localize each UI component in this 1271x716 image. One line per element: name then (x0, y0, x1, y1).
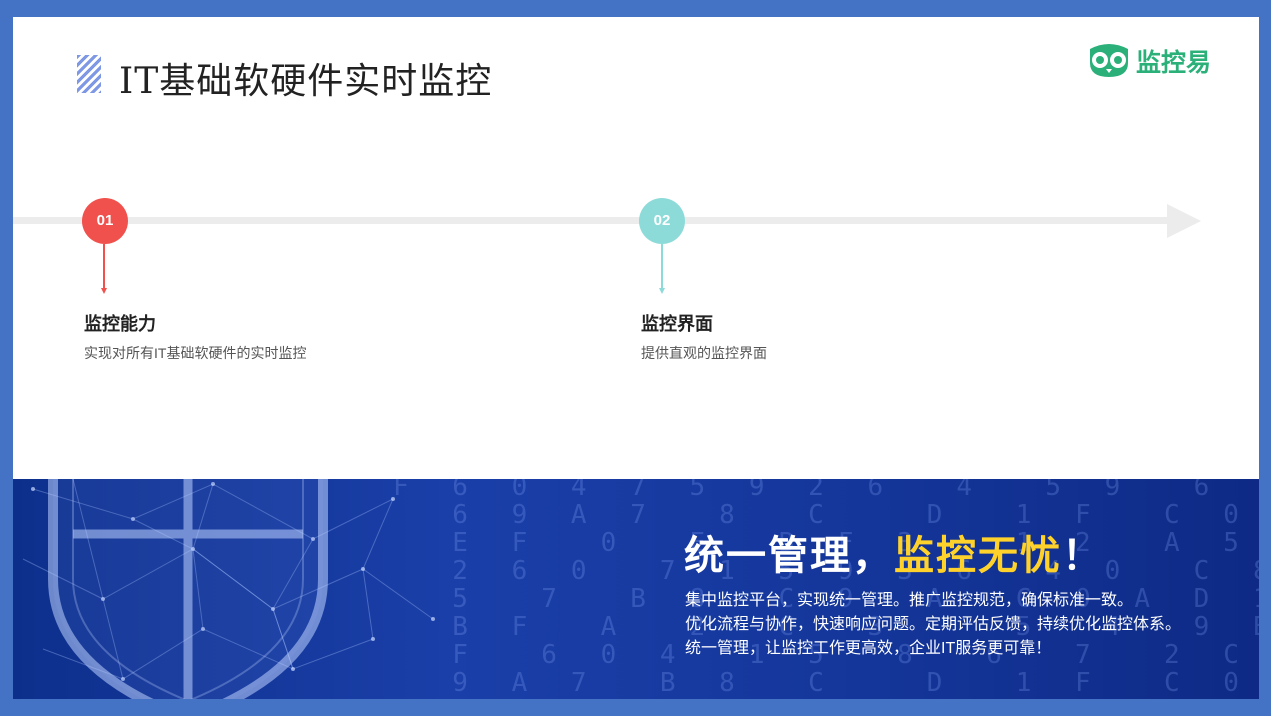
banner-line-1: 集中监控平台，实现统一管理。推广监控规范，确保标准一致。 (685, 592, 1134, 609)
owl-logo-icon (1090, 44, 1128, 77)
brand-logo: 监控易 (1086, 41, 1226, 79)
banner-line-2: 优化流程与协作，快速响应问题。定期评估反馈，持续优化监控体系。 (685, 616, 1182, 633)
shield-network-icon (22, 479, 435, 699)
step-1-badge: 01 (82, 198, 128, 244)
banner-line-3: 统一管理，让监控工作更高效，企业IT服务更可靠！ (685, 640, 1052, 657)
banner-heading-tail: ！ (1062, 534, 1104, 578)
page-title: IT基础软硬件实时监控 (119, 61, 493, 102)
timeline-bar (13, 217, 1173, 224)
banner-heading-highlight: 监控无忧 (894, 534, 1062, 578)
banner-heading: 统一管理，监控无忧！ (684, 523, 1104, 581)
step-1-arrow-icon (101, 288, 107, 294)
step-2-title: 监控界面 (641, 314, 713, 334)
logo-text: 监控易 (1136, 49, 1212, 77)
step-2-connector (661, 244, 663, 288)
step-1-desc: 实现对所有IT基础软硬件的实时监控 (84, 345, 307, 361)
step-1-title: 监控能力 (84, 314, 156, 334)
slide: IT基础软硬件实时监控 监控易 01 监控能力 实现对所有IT基础软硬件的实时监… (13, 17, 1259, 699)
step-2-badge: 02 (639, 198, 685, 244)
banner: F 6 0 4 7 5 9 2 6 4 5 9 6 6 9 A 7 8 C D … (13, 479, 1259, 699)
title-decoration (77, 55, 101, 93)
step-2-desc: 提供直观的监控界面 (641, 345, 767, 361)
banner-heading-white: 统一管理， (684, 534, 894, 578)
step-1-connector (103, 244, 105, 288)
step-2-arrow-icon (659, 288, 665, 294)
timeline-arrow-icon (1167, 204, 1201, 238)
